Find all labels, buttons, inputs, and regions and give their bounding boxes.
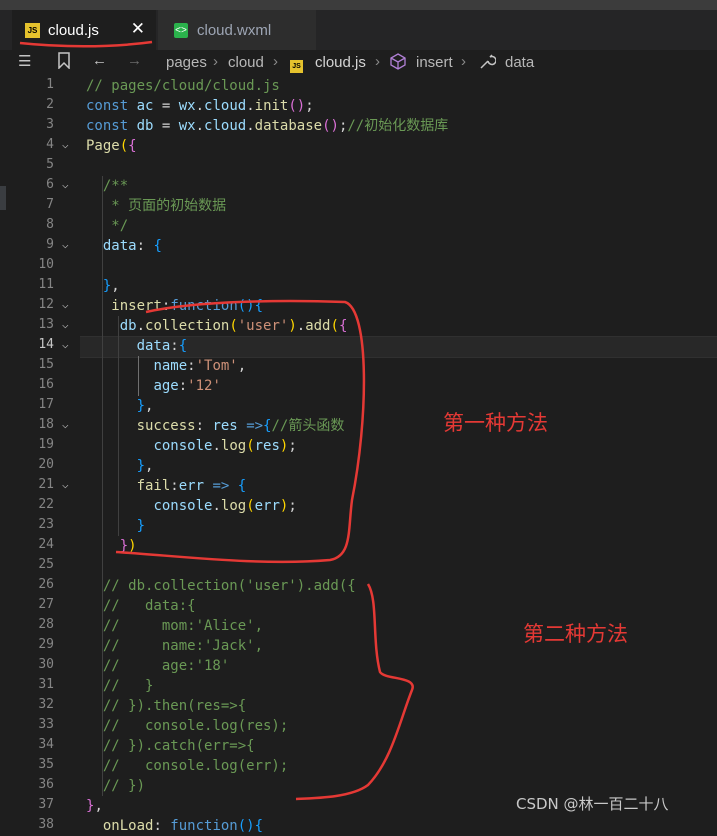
red-annotation-strokes: [115, 299, 414, 801]
annotation-method-2: 第二种方法: [523, 622, 628, 646]
annotation-method-1: 第一种方法: [443, 411, 548, 435]
csdn-watermark: CSDN @林一百二十八: [516, 795, 669, 813]
